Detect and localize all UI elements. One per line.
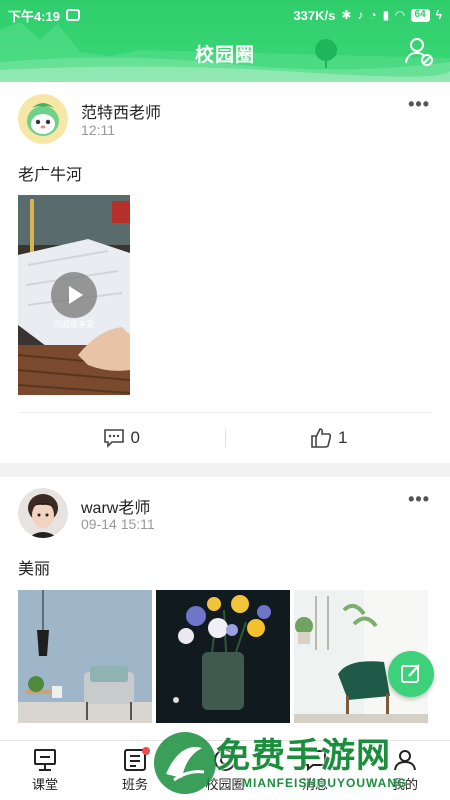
post-video-thumbnail[interactable]: 的超级享受 <box>18 195 130 395</box>
charging-icon: ϟ <box>435 8 442 22</box>
user-settings-icon <box>405 38 433 66</box>
comment-button[interactable]: 0 <box>18 428 225 448</box>
nav-label: 校园圈 <box>205 777 245 792</box>
nav-item-classroom[interactable]: 课堂 <box>0 741 90 800</box>
like-button[interactable]: 1 <box>226 427 433 449</box>
alarm-icon: ◔ <box>369 8 377 22</box>
post-photo-grid <box>18 590 428 723</box>
post-card: 范特西老师 12:11 ••• 老广牛河 的超级享受 0 1 <box>0 82 450 463</box>
play-icon[interactable] <box>51 272 97 318</box>
page-title: 校园圈 <box>194 45 255 66</box>
post-time: 09-14 15:11 <box>81 516 155 532</box>
post-text: 老广牛河 <box>18 167 83 184</box>
battery-indicator: 64 <box>410 8 430 22</box>
post-time: 12:11 <box>81 122 115 138</box>
avatar[interactable] <box>18 94 68 144</box>
user-settings-button[interactable] <box>404 36 434 66</box>
notification-badge <box>142 747 150 755</box>
comment-count: 0 <box>130 427 140 447</box>
nav-item-messages[interactable]: 消息 <box>270 741 360 800</box>
nav-item-campus-circle[interactable]: 校园圈 <box>180 741 270 800</box>
campus-circle-icon <box>214 749 236 771</box>
nav-item-profile[interactable]: 我的 <box>360 741 450 800</box>
messages-icon <box>304 750 326 772</box>
signal-icon: ▮ <box>382 8 390 22</box>
post-text: 美丽 <box>18 561 51 578</box>
nav-label: 课堂 <box>31 777 58 792</box>
nav-item-class-affairs[interactable]: 班务 <box>90 741 180 800</box>
post-photo[interactable] <box>156 590 290 723</box>
feed-list[interactable]: 范特西老师 12:11 ••• 老广牛河 的超级享受 0 1 warw老师 09… <box>0 82 450 740</box>
post-author[interactable]: 范特西老师 <box>81 99 161 123</box>
app-header: 下午4:19 337K/s ✱ ♪ ◔ ▮ ◠ 64 ϟ 校园圈 <box>0 0 450 82</box>
more-options-button[interactable]: ••• <box>408 489 430 510</box>
classroom-icon <box>34 749 56 771</box>
post-author[interactable]: warw老师 <box>81 494 150 518</box>
nav-label: 消息 <box>301 777 328 792</box>
comment-icon <box>103 428 124 448</box>
sim-icon <box>66 9 81 21</box>
compose-post-button[interactable] <box>388 651 434 697</box>
post-card: warw老师 09-14 15:11 ••• 美丽 <box>0 477 450 740</box>
wifi-icon: ◠ <box>395 8 405 22</box>
edit-icon <box>401 664 420 683</box>
mute-icon: ♪ <box>357 8 364 22</box>
avatar[interactable] <box>18 488 68 538</box>
status-time: 下午4:19 <box>8 8 61 24</box>
nav-label: 我的 <box>391 777 418 792</box>
status-bar: 下午4:19 337K/s ✱ ♪ ◔ ▮ ◠ 64 ϟ <box>0 0 450 30</box>
profile-icon <box>394 750 416 771</box>
more-options-button[interactable]: ••• <box>408 94 430 115</box>
post-actions: 0 1 <box>18 412 432 462</box>
network-speed: 337K/s <box>293 7 336 23</box>
nav-label: 班务 <box>121 777 148 792</box>
bluetooth-icon: ✱ <box>341 8 352 22</box>
like-count: 1 <box>338 427 348 447</box>
video-caption: 的超级享受 <box>54 319 94 329</box>
post-photo[interactable] <box>18 590 152 723</box>
bottom-nav: 课堂 班务 校园圈 消息 我的 <box>0 740 450 800</box>
thumbs-up-icon <box>311 427 332 448</box>
